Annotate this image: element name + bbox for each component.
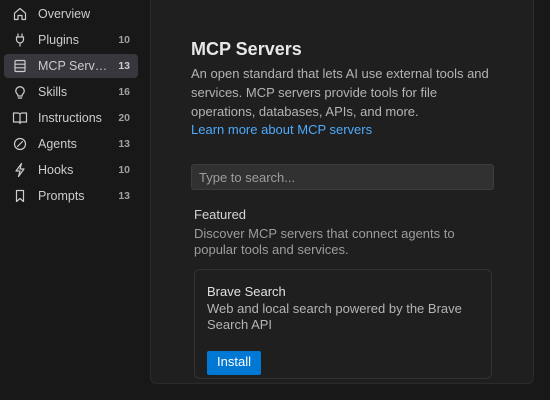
sidebar-item-skills[interactable]: Skills 16 — [4, 80, 138, 104]
sidebar-item-instructions[interactable]: Instructions 20 — [4, 106, 138, 130]
server-card-brave-search[interactable]: Brave Search Web and local search powere… — [194, 269, 492, 379]
lightbulb-icon — [12, 84, 28, 100]
agent-icon — [12, 136, 28, 152]
sidebar-item-label: Instructions — [38, 111, 102, 125]
sidebar-item-label: Plugins — [38, 33, 79, 47]
sidebar-item-mcp-servers[interactable]: MCP Servers 13 — [4, 54, 138, 78]
card-description: Web and local search powered by the Brav… — [207, 301, 462, 332]
sidebar-item-overview[interactable]: Overview — [4, 2, 138, 26]
search-input[interactable] — [191, 164, 494, 190]
learn-more-link[interactable]: Learn more about MCP servers — [191, 122, 372, 137]
card-title: Brave Search — [207, 284, 286, 299]
sidebar-item-count: 10 — [118, 164, 130, 176]
featured-description: Discover MCP servers that connect agents… — [194, 226, 455, 257]
sidebar-item-label: Prompts — [38, 189, 85, 203]
sidebar-item-count: 13 — [118, 190, 130, 202]
sidebar-item-label: Hooks — [38, 163, 74, 177]
sidebar-item-label: MCP Servers — [38, 59, 110, 73]
home-icon — [12, 6, 28, 22]
app-window: Overview Plugins 10 MCP Servers 13 Skill… — [0, 0, 550, 400]
page-title: MCP Servers — [191, 39, 302, 59]
install-button[interactable]: Install — [207, 351, 261, 375]
sidebar-item-label: Skills — [38, 85, 68, 99]
sidebar-item-count: 16 — [118, 86, 130, 98]
sidebar-item-label: Agents — [38, 137, 77, 151]
mcp-servers-panel: MCP Servers An open standard that lets A… — [150, 0, 534, 384]
sidebar-item-hooks[interactable]: Hooks 10 — [4, 158, 138, 182]
sidebar-item-count: 13 — [118, 138, 130, 150]
server-icon — [12, 58, 28, 74]
sidebar-item-agents[interactable]: Agents 13 — [4, 132, 138, 156]
sidebar-item-label: Overview — [38, 7, 91, 21]
plug-icon — [12, 32, 28, 48]
sidebar-item-plugins[interactable]: Plugins 10 — [4, 28, 138, 52]
lightning-icon — [12, 162, 28, 178]
page-description: An open standard that lets AI use extern… — [191, 66, 489, 119]
sidebar: Overview Plugins 10 MCP Servers 13 Skill… — [0, 0, 146, 400]
sidebar-item-count: 13 — [118, 60, 130, 72]
book-icon — [12, 110, 28, 126]
sidebar-item-count: 20 — [118, 112, 130, 124]
sidebar-item-count: 10 — [118, 34, 130, 46]
bookmark-icon — [12, 188, 28, 204]
sidebar-item-prompts[interactable]: Prompts 13 — [4, 184, 138, 208]
featured-heading: Featured — [194, 207, 247, 222]
